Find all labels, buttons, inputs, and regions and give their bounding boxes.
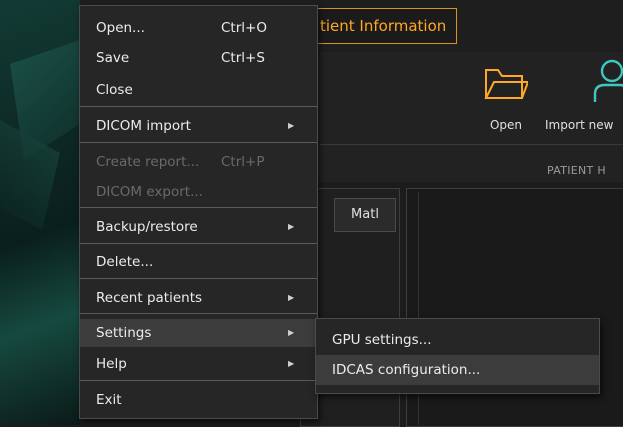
shortcut-label: Ctrl+O bbox=[221, 20, 267, 36]
menu-item-label: Delete... bbox=[96, 254, 154, 270]
menu-item-close[interactable]: Close bbox=[80, 76, 317, 104]
menu-item-label: Close bbox=[96, 82, 133, 98]
menu-item-dicom-export: DICOM export... bbox=[80, 178, 317, 206]
menu-separator bbox=[80, 243, 317, 244]
app-logo-background bbox=[0, 0, 80, 425]
menu-item-label: GPU settings... bbox=[332, 332, 432, 348]
menu-item-help[interactable]: Help ▶ bbox=[80, 350, 317, 378]
ribbon-group-label: PATIENT H bbox=[547, 164, 606, 177]
shortcut-label: Ctrl+P bbox=[221, 154, 265, 170]
menu-item-label: Recent patients bbox=[96, 290, 203, 306]
file-menu: Open... Ctrl+O Save Ctrl+S Close DICOM i… bbox=[79, 5, 318, 419]
menu-item-backup-restore[interactable]: Backup/restore ▶ bbox=[80, 213, 317, 241]
menu-item-label: Help bbox=[96, 356, 127, 372]
submenu-arrow-icon: ▶ bbox=[288, 121, 295, 130]
menu-item-idcas-configuration[interactable]: IDCAS configuration... bbox=[316, 355, 599, 385]
menu-item-recent-patients[interactable]: Recent patients ▶ bbox=[80, 284, 317, 312]
submenu-arrow-icon: ▶ bbox=[288, 293, 295, 302]
menu-separator bbox=[80, 313, 317, 314]
menu-item-label: Exit bbox=[96, 392, 122, 408]
menu-item-label: Settings bbox=[96, 325, 152, 341]
menu-item-label: Open... bbox=[96, 20, 145, 36]
shortcut-label: Ctrl+S bbox=[221, 50, 265, 66]
menu-separator bbox=[80, 207, 317, 208]
ribbon-divider bbox=[320, 144, 623, 145]
menu-separator bbox=[80, 380, 317, 381]
menu-item-save[interactable]: Save Ctrl+S bbox=[80, 44, 317, 72]
submenu-arrow-icon: ▶ bbox=[288, 359, 295, 368]
menu-item-label: Save bbox=[96, 50, 130, 66]
menu-separator bbox=[80, 278, 317, 279]
menu-item-delete[interactable]: Delete... bbox=[80, 248, 317, 276]
add-patient-icon[interactable] bbox=[592, 58, 623, 104]
menu-item-label: DICOM export... bbox=[96, 184, 203, 200]
import-new-button-label[interactable]: Import new bbox=[545, 118, 623, 132]
menu-separator bbox=[80, 106, 317, 107]
menu-separator bbox=[80, 142, 317, 143]
tab-patient-information[interactable]: tient Information bbox=[312, 8, 458, 44]
menu-item-settings[interactable]: Settings ▶ bbox=[80, 319, 317, 347]
menu-item-gpu-settings[interactable]: GPU settings... bbox=[316, 325, 599, 355]
menu-item-open[interactable]: Open... Ctrl+O bbox=[80, 14, 317, 42]
open-button-label[interactable]: Open bbox=[484, 118, 528, 132]
menu-item-label: IDCAS configuration... bbox=[332, 362, 481, 378]
menu-item-label: Backup/restore bbox=[96, 219, 198, 235]
menu-item-create-report: Create report... Ctrl+P bbox=[80, 148, 317, 176]
submenu-arrow-icon: ▶ bbox=[288, 222, 295, 231]
submenu-arrow-icon: ▶ bbox=[288, 328, 295, 337]
settings-submenu: GPU settings... IDCAS configuration... bbox=[315, 318, 600, 394]
folder-open-icon[interactable] bbox=[484, 64, 528, 102]
menu-item-dicom-import[interactable]: DICOM import ▶ bbox=[80, 112, 317, 140]
menu-item-exit[interactable]: Exit bbox=[80, 386, 317, 414]
tab-matl[interactable]: Matl bbox=[334, 198, 396, 232]
menu-item-label: DICOM import bbox=[96, 118, 191, 134]
menu-item-label: Create report... bbox=[96, 154, 200, 170]
